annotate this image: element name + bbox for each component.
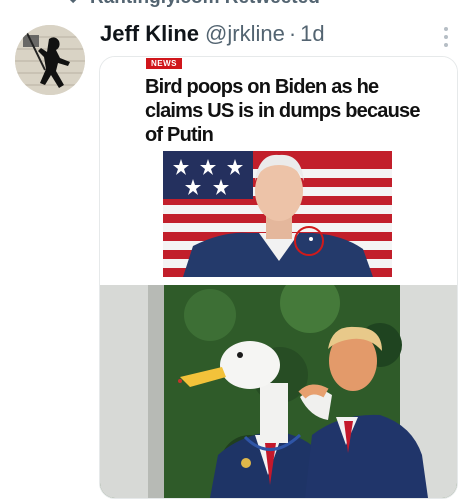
news-headline: Bird poops on Biden as he claims US is i…: [145, 76, 421, 146]
avatar[interactable]: [15, 25, 85, 95]
tweet-header: Jeff Kline @jrkline · 1d: [100, 19, 451, 49]
retweet-context[interactable]: Rantingly.com Retweeted: [58, 0, 320, 8]
speaker-photo: [163, 151, 392, 277]
timestamp[interactable]: 1d: [300, 21, 324, 47]
author-handle[interactable]: @jrkline: [205, 21, 285, 47]
author-name[interactable]: Jeff Kline: [100, 21, 199, 47]
retweet-label: Rantingly.com Retweeted: [90, 0, 320, 9]
news-badge: NEWS: [146, 58, 182, 69]
seagull-medal-photo[interactable]: [100, 285, 457, 498]
retweet-icon: [58, 0, 80, 12]
news-image[interactable]: NEWS Bird poops on Biden as he claims US…: [100, 57, 457, 284]
more-icon[interactable]: [443, 27, 449, 47]
separator: ·: [288, 21, 297, 46]
tweet-media[interactable]: NEWS Bird poops on Biden as he claims US…: [99, 56, 458, 499]
